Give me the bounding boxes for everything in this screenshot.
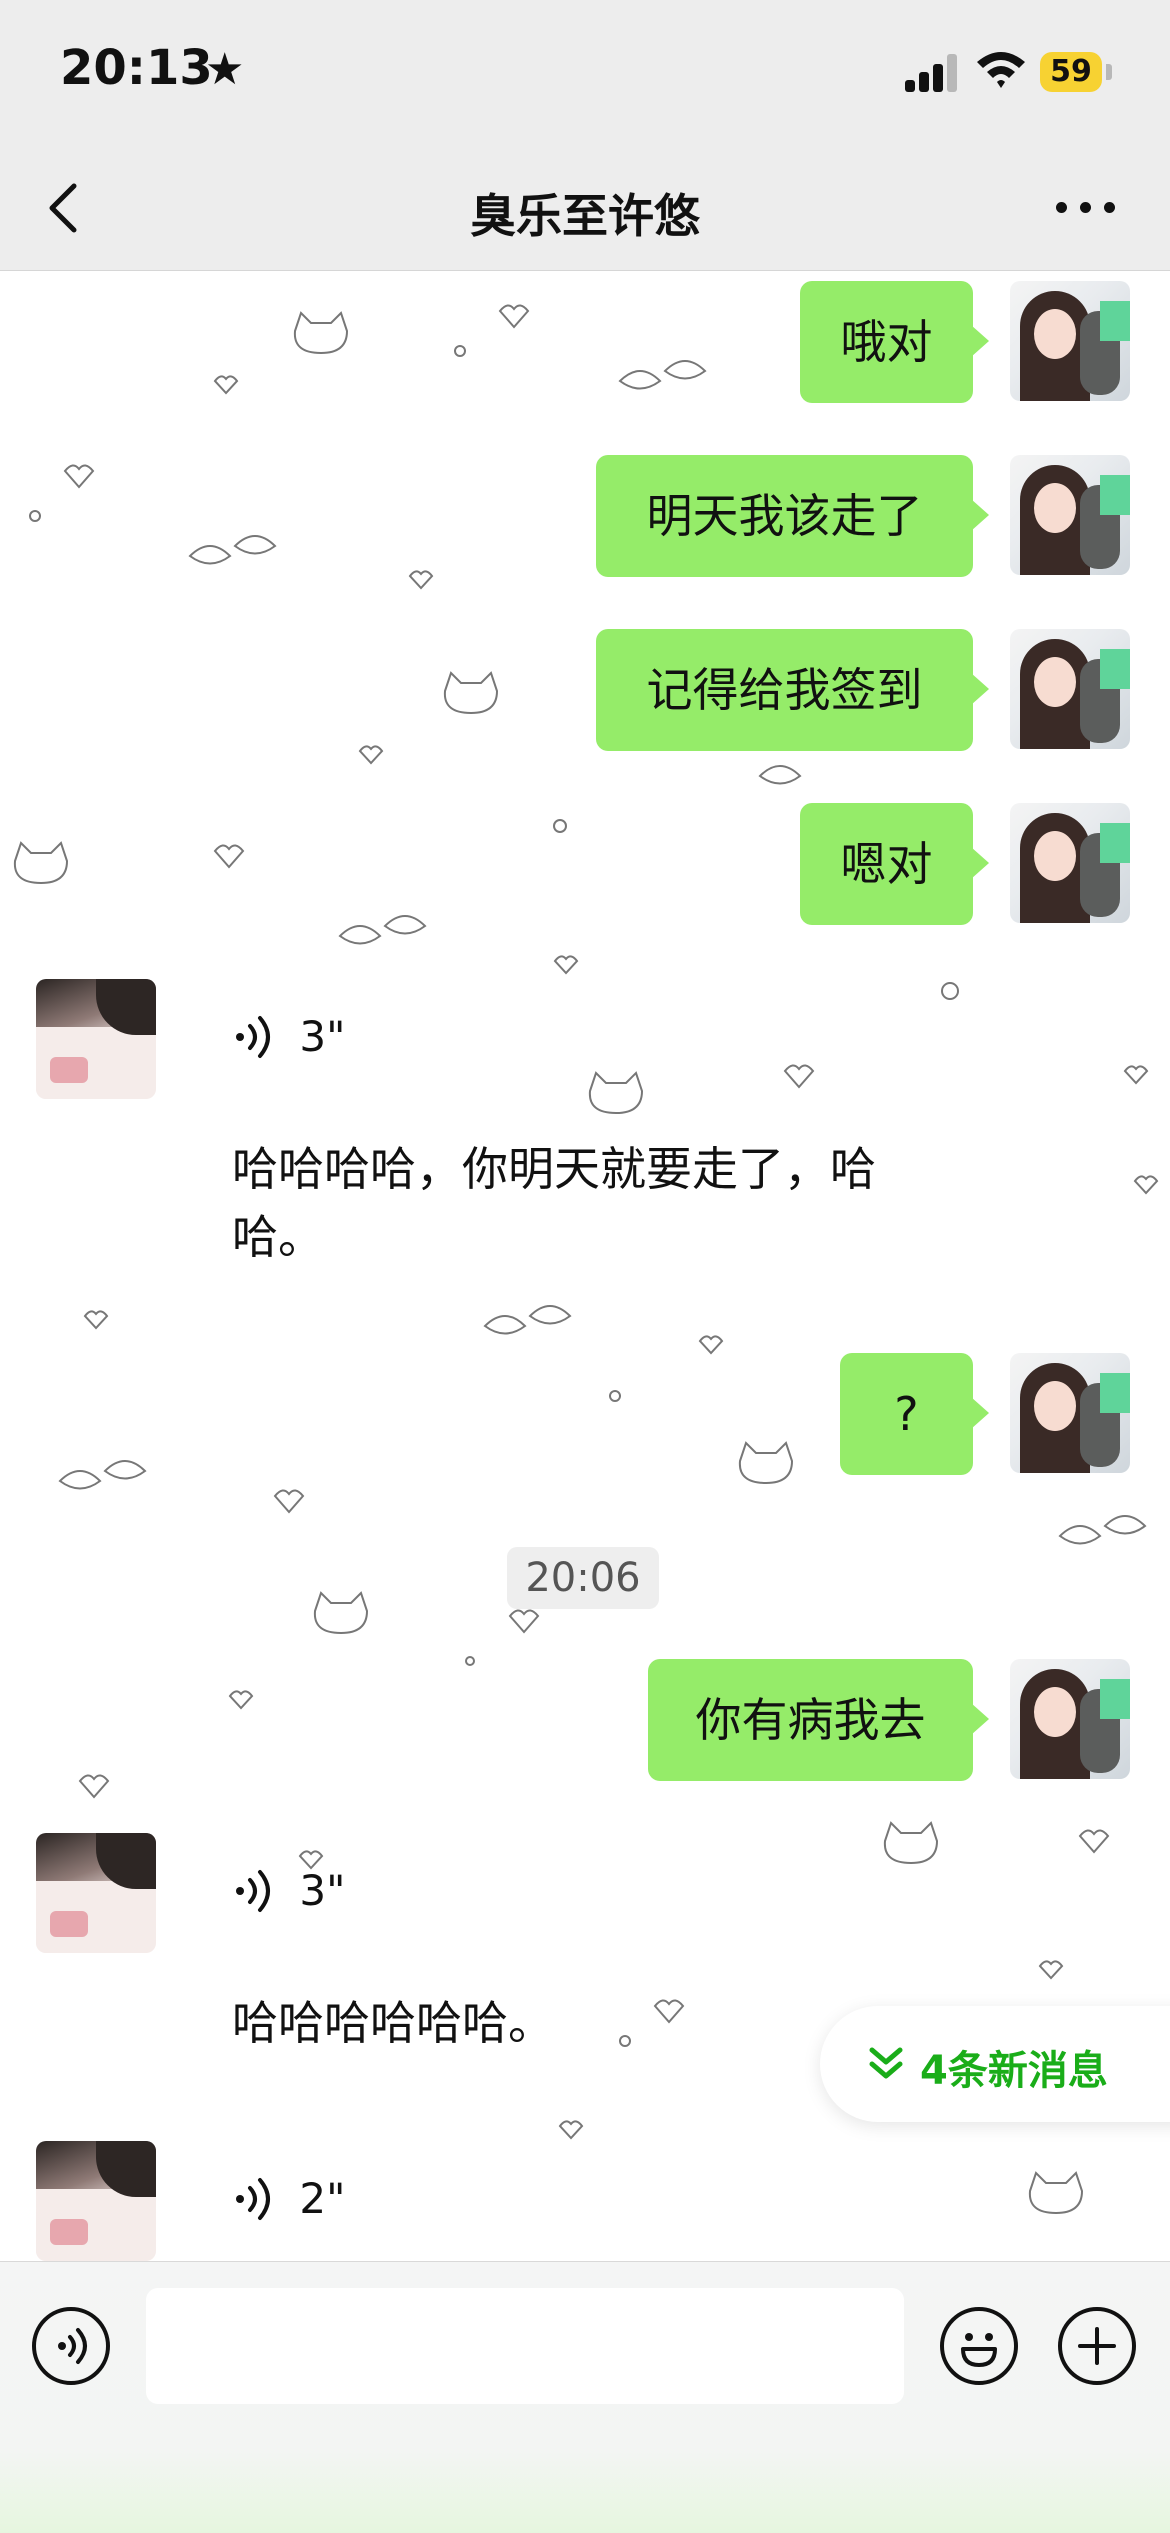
voice-duration: 2" [299, 2174, 346, 2223]
self-avatar[interactable] [1010, 281, 1130, 401]
voice-duration: 3" [299, 1866, 346, 1915]
contact-avatar[interactable] [36, 1833, 156, 1953]
outgoing-message-bubble[interactable]: 明天我该走了 [596, 455, 989, 577]
status-bar: 20:13 ★ 59 [0, 0, 1170, 140]
plus-icon [1078, 2327, 1116, 2365]
smiley-icon [961, 2333, 997, 2367]
voice-wave-icon [236, 1869, 270, 1912]
wifi-icon [977, 52, 1025, 88]
new-messages-button[interactable]: 4条新消息 [820, 2006, 1170, 2122]
chat-message-list[interactable]: 哦对 明天我该走了 记得给我签到 嗯对 3" 哈哈哈哈，你明天就要走了，哈哈。 … [0, 271, 1170, 2261]
outgoing-message-bubble[interactable]: ? [840, 1353, 989, 1475]
voice-wave-icon [236, 1015, 270, 1058]
outgoing-message-bubble[interactable]: 记得给我签到 [596, 629, 989, 751]
more-actions-button[interactable] [1058, 2307, 1136, 2385]
timestamp-divider: 20:06 [507, 1547, 659, 1609]
status-time: 20:13 [60, 40, 213, 96]
message-input[interactable] [146, 2288, 904, 2404]
double-chevron-down-icon [869, 2047, 903, 2079]
self-avatar[interactable] [1010, 1659, 1130, 1779]
voice-transcript: 哈哈哈哈，你明天就要走了，哈哈。 [232, 1142, 876, 1264]
self-avatar[interactable] [1010, 455, 1130, 575]
voice-wave-icon [58, 2328, 87, 2364]
voice-wave-icon [236, 2177, 270, 2220]
contact-avatar[interactable] [36, 2141, 156, 2261]
self-avatar[interactable] [1010, 803, 1130, 923]
voice-message[interactable]: 3" [232, 1863, 345, 1923]
star-icon: ★ [205, 44, 245, 95]
outgoing-message-bubble[interactable]: 你有病我去 [648, 1659, 989, 1781]
voice-message[interactable]: 2" [232, 2171, 345, 2231]
self-avatar[interactable] [1010, 1353, 1130, 1473]
battery-cap [1106, 64, 1112, 80]
voice-input-button[interactable] [32, 2307, 110, 2385]
cellular-signal-icon [905, 54, 959, 92]
more-options-icon[interactable] [1052, 190, 1122, 220]
battery-icon: 59 [1040, 52, 1102, 92]
self-avatar[interactable] [1010, 629, 1130, 749]
emoji-button[interactable] [940, 2307, 1018, 2385]
voice-message[interactable]: 3" [232, 1009, 345, 1069]
chat-title: 臭乐至许悠 [470, 189, 700, 243]
outgoing-message-bubble[interactable]: 哦对 [800, 281, 989, 403]
chat-input-bar [0, 2261, 1170, 2533]
new-messages-label: 4条新消息 [920, 2048, 1108, 2094]
chat-header: 臭乐至许悠 [0, 140, 1170, 271]
voice-duration: 3" [299, 1012, 346, 1061]
contact-avatar[interactable] [36, 979, 156, 1099]
outgoing-message-bubble[interactable]: 嗯对 [800, 803, 989, 925]
